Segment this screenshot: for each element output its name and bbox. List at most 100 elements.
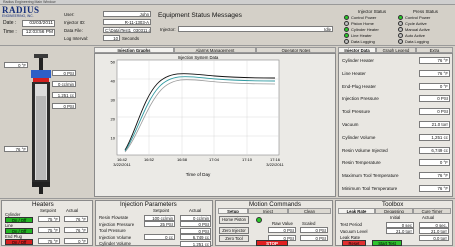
injector-id-label: Injector ID: — [64, 20, 86, 25]
y-tick-label: 20 — [111, 117, 116, 122]
y-tick-label: 40 — [111, 79, 116, 84]
injection-param-label: Injection Volume — [99, 234, 132, 240]
heater-actual: 76 °F — [64, 216, 88, 222]
injector-status-item: Data Logging — [351, 39, 375, 44]
toolbox-row-initial: 21.0 torr — [386, 228, 414, 234]
press-status-lamp — [398, 15, 403, 20]
start-test-button[interactable]: Start Test — [372, 240, 402, 246]
injection-param-label: Tool Pressure — [99, 228, 126, 233]
injector-status-lamp — [344, 21, 349, 26]
data-row-label: Cylinder Volume — [342, 134, 376, 140]
injection-parameters-panel: Injection Parameters Setpoint Actual Res… — [95, 200, 213, 247]
data-row-value: 0 PSI — [419, 95, 450, 103]
injector-status-item: Piston Home — [351, 21, 374, 26]
data-row-label: Cylinder Heater — [342, 58, 374, 63]
injector-data-panel: Cylinder Heater 76 °F Line Heater 76 °F End-… — [338, 53, 453, 197]
injection-param-setpoint[interactable]: 100 cc/min — [144, 214, 175, 221]
injector-raw-field: 0 PSI — [268, 227, 296, 233]
logo-line2: ENGINEERING, INC. — [2, 14, 34, 18]
injector-status-lamp — [344, 27, 349, 32]
injection-param-actual: 0 cc/min — [180, 214, 211, 221]
data-row-value: 76 °F — [419, 69, 450, 77]
equipment-status-title: Equipment Status Messages — [158, 12, 242, 19]
data-row-label: Resin Volume Injected — [342, 147, 388, 153]
data-row-value: 6,749 cc — [419, 146, 450, 154]
heater-setpoint[interactable]: 75 °F — [38, 216, 60, 222]
status-panel: Injector Status Press Status Control Pow… — [340, 9, 453, 45]
bottom-separator — [0, 198, 455, 199]
data-row-value: 21.0 torr — [419, 121, 450, 128]
injector-status-lamp — [344, 15, 349, 20]
injector-status-item: Control Power — [351, 15, 377, 20]
injector-diagram: 0 °F 0 PSI 0 cc/min 1,251 cc 0 PSI 76 °F — [2, 48, 92, 196]
stop-button[interactable]: STOP — [256, 240, 288, 246]
heaters-setpoint-header: Setpoint — [40, 208, 57, 213]
injector-scaled-field: 0 PSI — [300, 227, 328, 233]
zero-tool-button[interactable]: Zero Tool — [219, 235, 249, 242]
raw-value-header: Raw Value — [272, 221, 293, 226]
tab-degassing[interactable]: Degassing — [375, 208, 413, 214]
data-row-value: 0 PSI — [419, 108, 450, 116]
injection-setpoint-header: Setpoint — [153, 208, 170, 213]
tool-scaled-field: 0 PSI — [300, 235, 328, 241]
user-field[interactable]: John — [103, 11, 151, 17]
press-status-item: Manual Active — [405, 27, 430, 32]
injector-status-item: Cylinder Heater — [351, 27, 379, 32]
log-interval-unit: Seconds — [122, 36, 140, 41]
home-piston-button[interactable]: Home Piston — [219, 216, 249, 224]
toolbox-row-actual: 21.0 torr — [419, 228, 449, 234]
x-axis-label: Time of Day — [186, 172, 211, 177]
injection-actual-header: Actual — [189, 208, 202, 213]
data-row-label: Tool Pressure — [342, 109, 371, 115]
injection-param-setpoint[interactable]: 25 PSI — [144, 221, 175, 227]
tab-clean[interactable]: Clean — [288, 208, 331, 214]
heaters-actual-header: Actual — [66, 208, 79, 213]
x-tick-label: 16:58 — [177, 157, 188, 162]
toolbox-row-label: Test Period — [340, 222, 362, 227]
press-status-lamp — [398, 27, 403, 32]
heater-setpoint[interactable]: 75 °F — [38, 227, 60, 233]
toolbox-panel: Toolbox Leak Rate Degassing Cure Timer I… — [335, 200, 453, 246]
data-row-value: 0 °F — [419, 159, 450, 167]
user-label: User: — [64, 12, 75, 17]
press-status-item: Control Power — [405, 15, 431, 20]
press-status-item: Cycle Active — [405, 21, 427, 26]
tab-cure-timer[interactable]: Cure Timer — [413, 208, 451, 214]
x-tick-label: 17:10 — [242, 157, 253, 162]
injection-param-label: Resin Flowrate — [99, 215, 129, 220]
reset-button[interactable]: Reset — [342, 240, 366, 246]
y-tick-label: 10 — [111, 136, 116, 141]
data-row-label: Minimum Tool Temperature — [342, 186, 398, 191]
motion-commands-panel: Motion Commands Setup Inject Clean Home … — [215, 200, 333, 246]
log-interval-field[interactable]: 10 — [103, 35, 120, 41]
injection-param-setpoint[interactable]: 0 cc — [144, 234, 175, 240]
data-row-label: Resin Temperature — [342, 160, 381, 166]
company-logo: RADIUS ENGINEERING, INC. — [2, 6, 58, 18]
tab-setup[interactable]: Setup — [218, 208, 248, 214]
injector-id-field[interactable]: R-11-1303-A — [103, 19, 151, 25]
y-tick-label: 50 — [111, 60, 116, 65]
data-row-value: 1,251 cc — [419, 133, 450, 141]
data-row-value: 0 °F — [419, 82, 450, 90]
tab-inject[interactable]: Inject — [248, 208, 288, 214]
heater-actual: 76 °F — [64, 227, 88, 233]
tab-leak-rate[interactable]: Leak Rate — [338, 208, 375, 214]
press-status-lamp — [398, 39, 403, 44]
heater-toggle-button[interactable]: On / Off — [5, 239, 33, 245]
x-tick-label: 16:52 — [144, 157, 155, 162]
date-label: Date : — [3, 20, 17, 26]
data-file-field[interactable]: C:\Data\Test1_030311.csv — [103, 27, 151, 33]
injector-status-field: Idle — [178, 26, 333, 32]
home-piston-indicator — [256, 217, 262, 223]
graph-title: Injection System Data — [178, 55, 219, 60]
injector-status-title: Injector Status — [358, 9, 387, 14]
heater-setpoint[interactable]: 75 °F — [38, 238, 60, 244]
injector-status-label: Injector: — [160, 27, 176, 32]
heaters-panel: Heaters Setpoint Actual Cylinder On / Off… — [1, 200, 93, 246]
diagram-volume: 1,251 cc — [52, 92, 76, 98]
date-field: 03/03/2011 — [22, 20, 55, 27]
injection-graph: Injection System Data 5040302010 16:423/… — [111, 55, 285, 177]
press-status-lamp — [398, 21, 403, 26]
diagram-volume-psi: 0 PSI — [52, 103, 76, 109]
zero-injector-button[interactable]: Zero Injector — [219, 227, 249, 234]
